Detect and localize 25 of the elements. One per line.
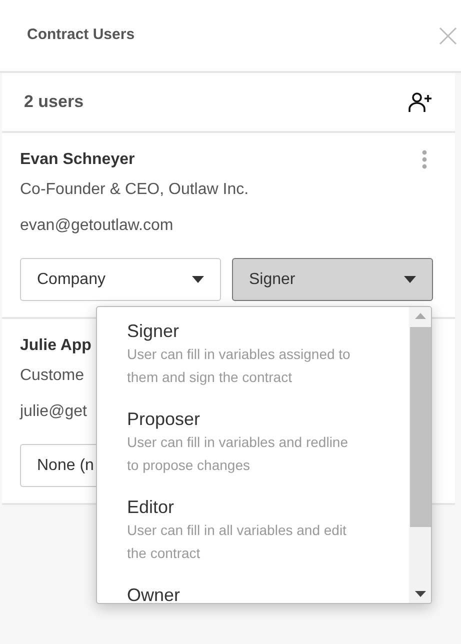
caret-icon	[404, 276, 416, 283]
role-option[interactable]: Editor	[127, 495, 174, 519]
scroll-down-icon[interactable]	[414, 591, 426, 597]
user-title: Custome	[20, 366, 84, 386]
role-select[interactable]: Signer	[232, 258, 433, 301]
role-description: User can fill in variables assigned to them and sign the contract	[127, 345, 352, 387]
role-option[interactable]: Signer	[127, 319, 180, 343]
scrollbar[interactable]	[409, 307, 431, 603]
user-count: 2 users	[24, 91, 84, 114]
scroll-up-icon[interactable]	[414, 313, 426, 319]
more-icon[interactable]	[422, 150, 427, 169]
user-title: Co-Founder & CEO, Outlaw Inc.	[20, 180, 249, 200]
close-icon[interactable]	[439, 26, 457, 44]
user-email: julie@get	[20, 402, 87, 422]
panel-title: Contract Users	[27, 25, 135, 46]
user-name: Julie App	[20, 336, 92, 356]
role-option[interactable]: Owner	[127, 583, 180, 603]
role-description: User can fill in variables and redline to propose changes	[127, 433, 349, 475]
role-select[interactable]: Company	[20, 258, 221, 301]
caret-icon	[192, 276, 204, 283]
user-email: evan@getoutlaw.com	[20, 216, 174, 236]
role-description: User can fill in all variables and edit the contract	[127, 521, 348, 563]
role-option[interactable]: Proposer	[127, 407, 200, 431]
user-name: Evan Schneyer	[20, 150, 135, 170]
add-user-icon[interactable]	[408, 92, 433, 112]
